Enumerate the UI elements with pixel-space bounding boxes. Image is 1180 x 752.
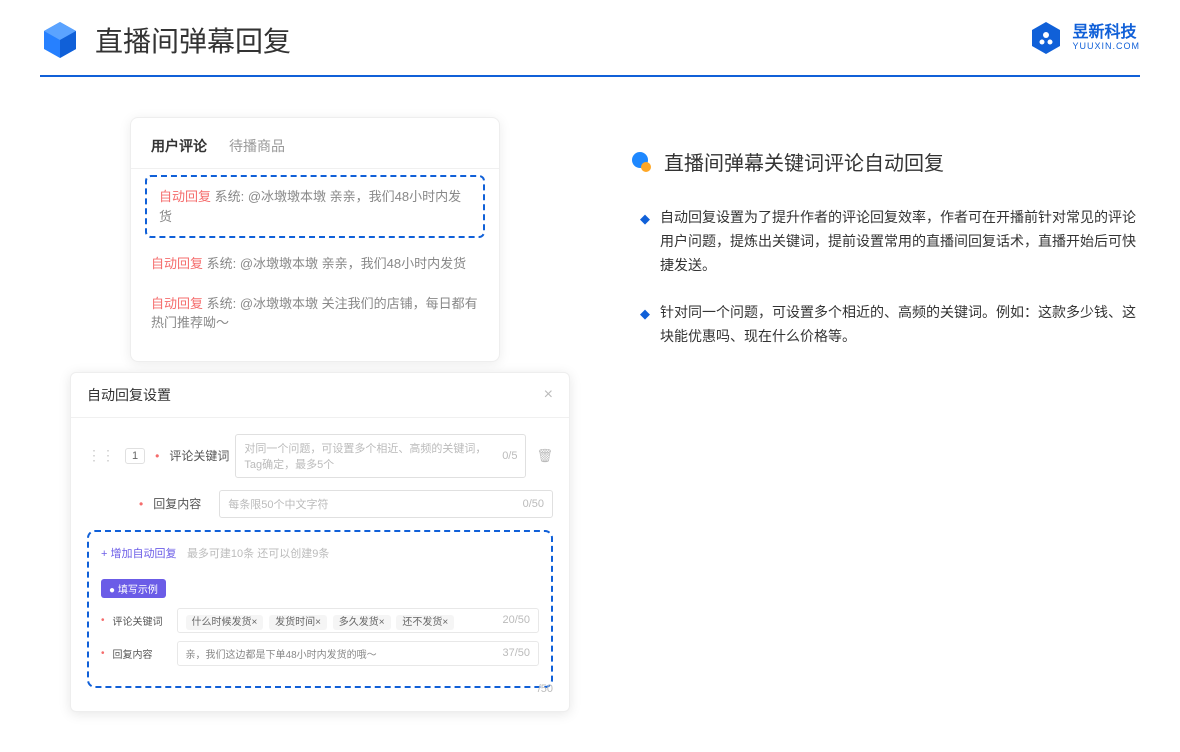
delete-icon[interactable]: 🗑 [536,448,553,464]
diamond-icon: ◆ [640,303,650,325]
example-badge: ● 填写示例 [101,579,166,598]
drag-handle-icon[interactable]: ⋮⋮ [87,447,115,464]
content-label: 回复内容 [153,495,209,512]
ex-keyword-counter: 20/50 [502,614,530,626]
keyword-row: ⋮⋮ 1 • 评论关键词 对同一个问题，可设置多个相近、高频的关键词，Tag确定… [87,434,553,478]
overlap-content-row: /50 [87,683,553,695]
tag-chip[interactable]: 发货时间× [269,615,327,630]
auto-reply-tag: 自动回复 [159,189,211,204]
add-auto-reply-link[interactable]: + 增加自动回复 [101,545,176,561]
brand-name-en: YUUXIN.COM [1072,41,1140,51]
ex-content-value: 亲，我们这边都是下单48小时内发货的哦～ [186,646,377,661]
comment-row: 自动回复 系统: @冰墩墩本墩 亲亲，我们48小时内发货 [131,244,499,284]
comment-row: 自动回复 系统: @冰墩墩本墩 关注我们的店铺，每日都有热门推荐呦～ [131,284,499,343]
bullet-item: ◆ 针对同一个问题，可设置多个相近的、高频的关键词。例如：这款多少钱、这块能优惠… [640,301,1140,349]
content-input[interactable]: 每条限50个中文字符 0/50 [219,490,553,518]
diamond-icon: ◆ [640,208,650,230]
required-dot: • [155,449,159,463]
comments-tabs: 用户评论 待播商品 [131,136,499,169]
keyword-label: 评论关键词 [169,447,225,464]
example-keyword-row: • 评论关键词 什么时候发货× 发货时间× 多久发货× 还不发货× 20/50 [101,608,539,633]
content-placeholder: 每条限50个中文字符 [228,496,328,512]
add-hint: 最多可建10条 还可以创建9条 [187,548,329,560]
required-dot: • [139,497,143,511]
keyword-counter: 0/5 [502,450,517,462]
section-title: 直播间弹幕关键词评论自动回复 [664,147,944,176]
brand-name-cn: 昱新科技 [1072,25,1140,41]
example-content-row: • 回复内容 亲，我们这边都是下单48小时内发货的哦～ 37/50 [101,641,539,666]
section-header: 直播间弹幕关键词评论自动回复 [630,147,1140,176]
tag-chip[interactable]: 还不发货× [396,615,454,630]
ex-content-counter: 37/50 [502,647,530,659]
tag-chip[interactable]: 多久发货× [333,615,391,630]
auto-reply-settings-card: 自动回复设置 × ⋮⋮ 1 • 评论关键词 对同一个问题，可设置多个相近、高频的… [70,372,570,712]
required-dot: • [101,648,105,659]
bullet-list: ◆ 自动回复设置为了提升作者的评论回复效率，作者可在开播前针对常见的评论用户问题… [630,206,1140,349]
ex-content-input[interactable]: 亲，我们这边都是下单48小时内发货的哦～ 37/50 [177,641,539,666]
required-dot: • [101,615,105,626]
keyword-input[interactable]: 对同一个问题，可设置多个相近、高频的关键词，Tag确定，最多5个 0/5 [235,434,526,478]
comment-row-highlighted: 自动回复 系统: @冰墩墩本墩 亲亲，我们48小时内发货 [145,175,485,238]
overlap-counter: /50 [538,683,553,695]
brand-logo-icon [1028,20,1064,56]
brand-logo: 昱新科技 YUUXIN.COM [1028,20,1140,56]
row-number: 1 [125,448,145,464]
tab-pending-products[interactable]: 待播商品 [229,136,285,156]
chat-bubble-icon [630,151,652,173]
bullet-text: 自动回复设置为了提升作者的评论回复效率，作者可在开播前针对常见的评论用户问题，提… [660,206,1140,277]
bullet-item: ◆ 自动回复设置为了提升作者的评论回复效率，作者可在开播前针对常见的评论用户问题… [640,206,1140,277]
tab-user-comments[interactable]: 用户评论 [151,136,207,156]
bullet-text: 针对同一个问题，可设置多个相近的、高频的关键词。例如：这款多少钱、这块能优惠吗、… [660,301,1140,349]
comment-text: 系统: @冰墩墩本墩 亲亲，我们48小时内发货 [207,256,467,271]
auto-reply-tag: 自动回复 [151,256,203,271]
cube-logo-icon [40,20,80,60]
ex-keyword-label: 评论关键词 [113,613,169,628]
content-counter: 0/50 [523,498,544,510]
page-title: 直播间弹幕回复 [95,20,291,60]
ex-keyword-input[interactable]: 什么时候发货× 发货时间× 多久发货× 还不发货× 20/50 [177,608,539,633]
ex-content-label: 回复内容 [113,646,169,661]
content-row: • 回复内容 每条限50个中文字符 0/50 [87,490,553,518]
keyword-placeholder: 对同一个问题，可设置多个相近、高频的关键词，Tag确定，最多5个 [244,440,502,472]
comments-card: 用户评论 待播商品 自动回复 系统: @冰墩墩本墩 亲亲，我们48小时内发货 自… [130,117,500,362]
auto-reply-tag: 自动回复 [151,296,203,311]
tag-chip[interactable]: 什么时候发货× [186,615,264,630]
close-icon[interactable]: × [544,386,553,404]
settings-title: 自动回复设置 [87,385,171,405]
